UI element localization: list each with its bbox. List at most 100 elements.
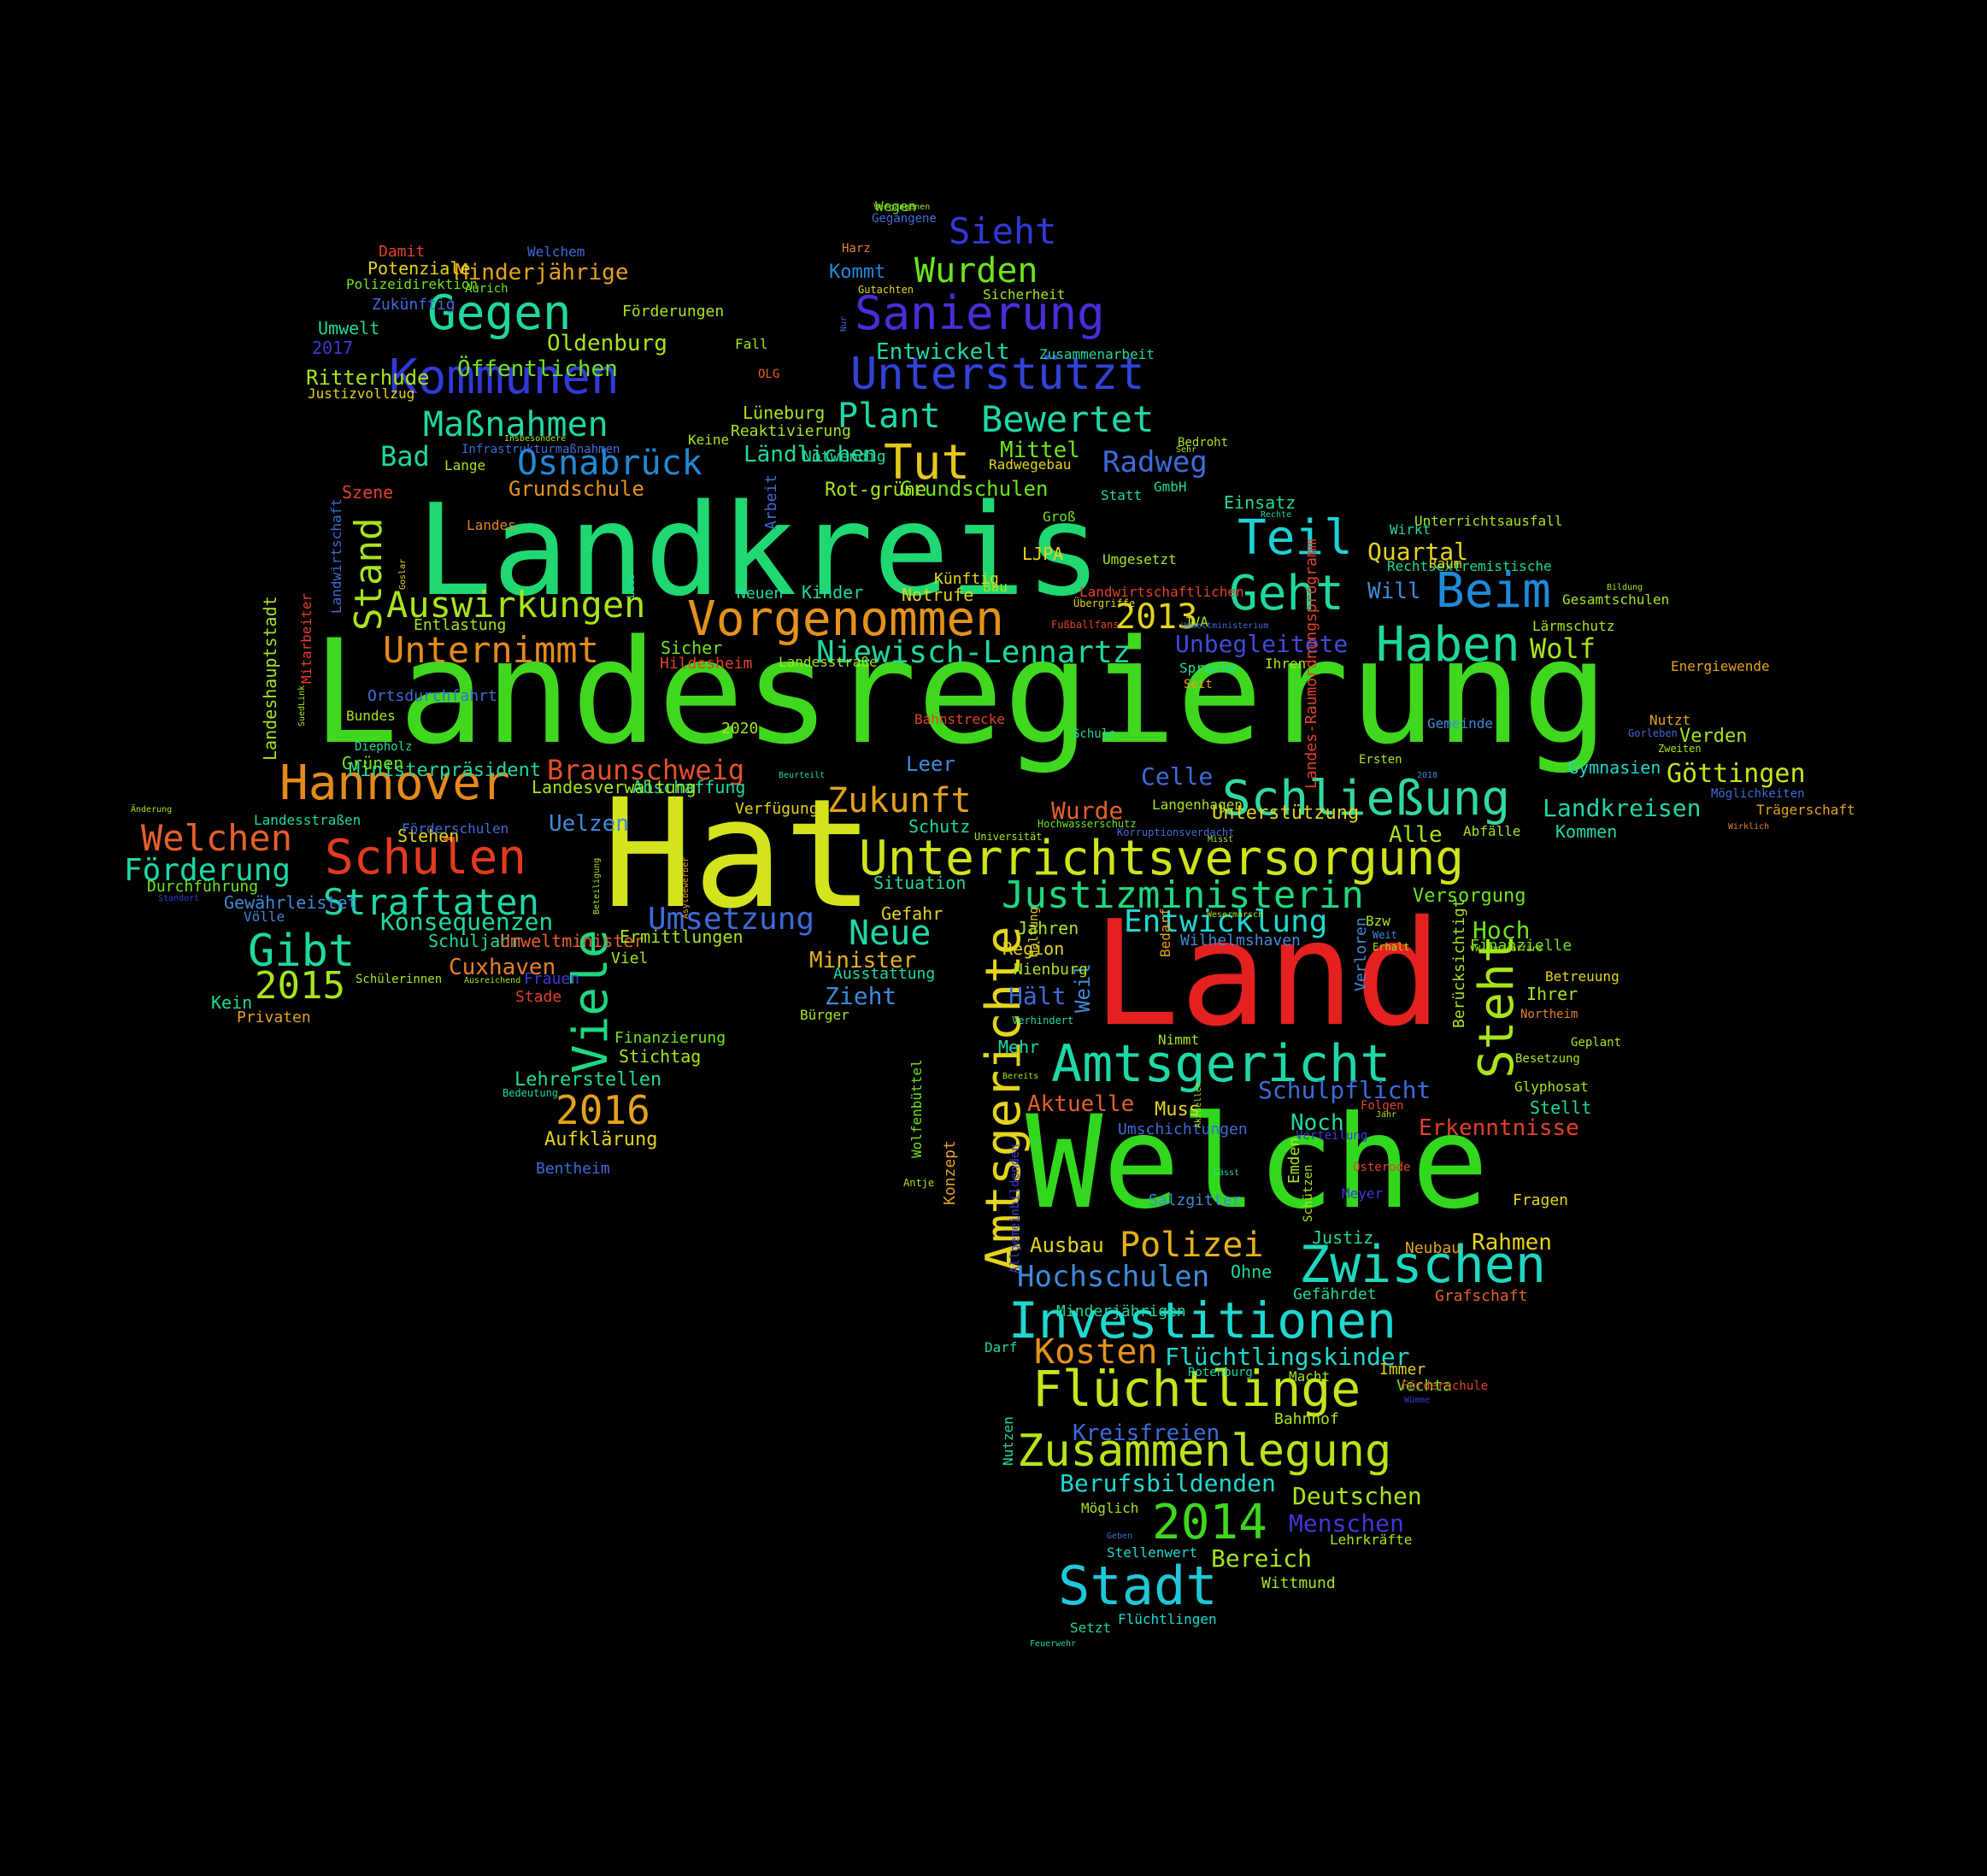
word-erkenntnisse: Erkenntnisse <box>1419 1115 1579 1141</box>
word-zweiten: Zweiten <box>1658 743 1702 755</box>
word-setzt: Setzt <box>1070 1620 1111 1636</box>
word-schulpflicht: Schulpflicht <box>1258 1076 1431 1104</box>
word-voelle: Völle <box>244 909 285 925</box>
word-rechtsextremistische: Rechtsextremistische <box>1387 558 1552 574</box>
word-gruenen: Grünen <box>342 753 403 773</box>
word-ausreichend: Ausreichend <box>464 976 520 985</box>
word-misst: Misst <box>1208 835 1233 844</box>
word-foerderungen: Förderungen <box>622 303 724 321</box>
word-fall: Fall <box>735 336 768 352</box>
word-cloud-canvas: Landesregierung Landkreis Welche Hat Land Unt… <box>0 0 1987 1876</box>
word-bahnhof: Bahnhof <box>1274 1410 1339 1428</box>
word-gefahr: Gefahr <box>881 903 943 924</box>
word-umgesetzt: Umgesetzt <box>1102 551 1177 568</box>
word-2018: 2018 <box>1417 771 1437 780</box>
word-glyphosat: Glyphosat <box>1514 1079 1589 1095</box>
word-haben: Haben <box>1376 617 1520 673</box>
word-privaten: Privaten <box>237 1009 311 1026</box>
word-rot-gruene: Rot-grüne <box>825 479 926 501</box>
word-ausbau: Ausbau <box>1030 1233 1104 1257</box>
word-2017: 2017 <box>312 338 353 358</box>
word-2016: 2016 <box>556 1087 650 1133</box>
word-ersten: Ersten <box>1359 753 1402 767</box>
word-schuelerinnen: Schülerinnen <box>356 973 442 986</box>
word-darf: Darf <box>985 1339 1018 1356</box>
word-foerderschulen: Förderschulen <box>402 820 509 837</box>
word-wesermarsch: Wesermarsch <box>1207 910 1263 920</box>
word-lueneburg: Lüneburg <box>743 403 825 423</box>
word-emden: Emden <box>1285 1138 1303 1184</box>
word-salzgitter: Salzgitter <box>1149 1191 1242 1209</box>
word-neubau: Neubau <box>1405 1239 1461 1257</box>
word-polizeidirektion: Polizeidirektion <box>346 276 478 292</box>
word-meyer: Meyer <box>1342 1185 1384 1202</box>
word-leer: Leer <box>906 752 955 776</box>
word-universitaet: Universität <box>974 831 1042 843</box>
word-kosten: Kosten <box>1034 1332 1158 1372</box>
word-betreuung: Betreuung <box>1545 968 1620 985</box>
word-viel: Viel <box>611 950 648 967</box>
word-kreisfreien: Kreisfreien <box>1073 1420 1220 1446</box>
word-haltung: Haltung <box>1027 907 1041 957</box>
word-bereich: Bereich <box>1211 1544 1312 1573</box>
word-besetzung: Besetzung <box>1515 1052 1580 1066</box>
word-mitarbeiter: Mitarbeiter <box>298 593 315 684</box>
word-nutzt: Nutzt <box>1649 712 1690 728</box>
word-plant: Plant <box>838 397 940 436</box>
word-beurteilt: Beurteilt <box>779 771 825 780</box>
word-szene: Szene <box>342 482 393 503</box>
word-aurich: Aurich <box>465 282 509 296</box>
word-unternimmt: Unternimmt <box>383 629 599 671</box>
word-kommt: Kommt <box>829 262 885 283</box>
word-gross: Groß <box>1043 509 1076 525</box>
word-goslar: Goslar <box>398 559 408 590</box>
word-statt: Statt <box>1101 487 1142 503</box>
word-jahr: Jahr <box>1376 1110 1396 1120</box>
word-sieht: Sieht <box>949 210 1056 252</box>
word-hildesheim: Hildesheim <box>660 655 752 673</box>
word-infrastrukturmassnahmen: Infrastrukturmaßnahmen <box>461 443 620 456</box>
word-wittmund: Wittmund <box>1261 1574 1336 1592</box>
word-umwelt: Umwelt <box>318 318 379 338</box>
word-ihren: Ihren <box>1265 656 1306 672</box>
word-minderjaehrigen: Minderjährigen <box>1056 1303 1186 1320</box>
word-raum: Raum <box>1429 556 1462 572</box>
word-fragen: Fragen <box>1513 1191 1568 1209</box>
word-ohne: Ohne <box>1231 1261 1272 1282</box>
word-goettingen: Göttingen <box>1667 759 1806 789</box>
word-notrufe: Notrufe <box>902 585 973 605</box>
word-entwickelt: Entwickelt <box>876 339 1010 365</box>
word-wolf: Wolf <box>1530 632 1596 665</box>
word-weit: Weit <box>1373 929 1397 941</box>
word-diepholz: Diepholz <box>355 740 412 754</box>
word-wolfenbuettel: Wolfenbüttel <box>908 1059 925 1158</box>
word-geht: Geht <box>1229 566 1344 621</box>
word-bad: Bad <box>380 440 430 473</box>
word-landkreisen: Landkreisen <box>1543 794 1701 822</box>
word-suedlink: SuedLink <box>297 685 307 726</box>
word-rechte: Rechte <box>1261 510 1291 520</box>
word-landwirtschaft: Landwirtschaft <box>328 498 344 614</box>
word-allgemeinbildenden: Allgemeinbildenden <box>1008 1144 1022 1273</box>
word-feuerwehr: Feuerwehr <box>1030 1639 1076 1649</box>
word-harz: Harz <box>842 242 871 256</box>
word-schutz: Schutz <box>908 816 970 837</box>
word-gorleben: Gorleben <box>1628 727 1678 739</box>
word-ortsdurchfahrt: Ortsdurchfahrt <box>367 687 497 705</box>
word-antje: Antje <box>903 1177 934 1189</box>
word-bentheim: Bentheim <box>536 1160 610 1178</box>
word-bereits: Bereits <box>1002 1072 1038 1081</box>
word-seit: Seit <box>1184 678 1213 691</box>
word-mehr: Mehr <box>998 1037 1039 1057</box>
word-oldenburg: Oldenburg <box>547 331 667 356</box>
word-schuetzen: Schützen <box>1302 1165 1315 1222</box>
word-nur: Nur <box>839 316 849 332</box>
word-landesstrassen: Landesstraßen <box>254 812 361 828</box>
word-bahnstrecke: Bahnstrecke <box>914 711 1005 727</box>
word-alle: Alle <box>1389 822 1443 848</box>
word-vw-abgasaffaere: VW-Abgasaffäre <box>1470 944 1542 954</box>
word-frauen: Frauen <box>524 970 579 988</box>
word-verhindert: Verhindert <box>1012 1014 1073 1026</box>
word-bzw: Bzw <box>1366 913 1390 929</box>
word-justizvollzug: Justizvollzug <box>308 385 414 402</box>
